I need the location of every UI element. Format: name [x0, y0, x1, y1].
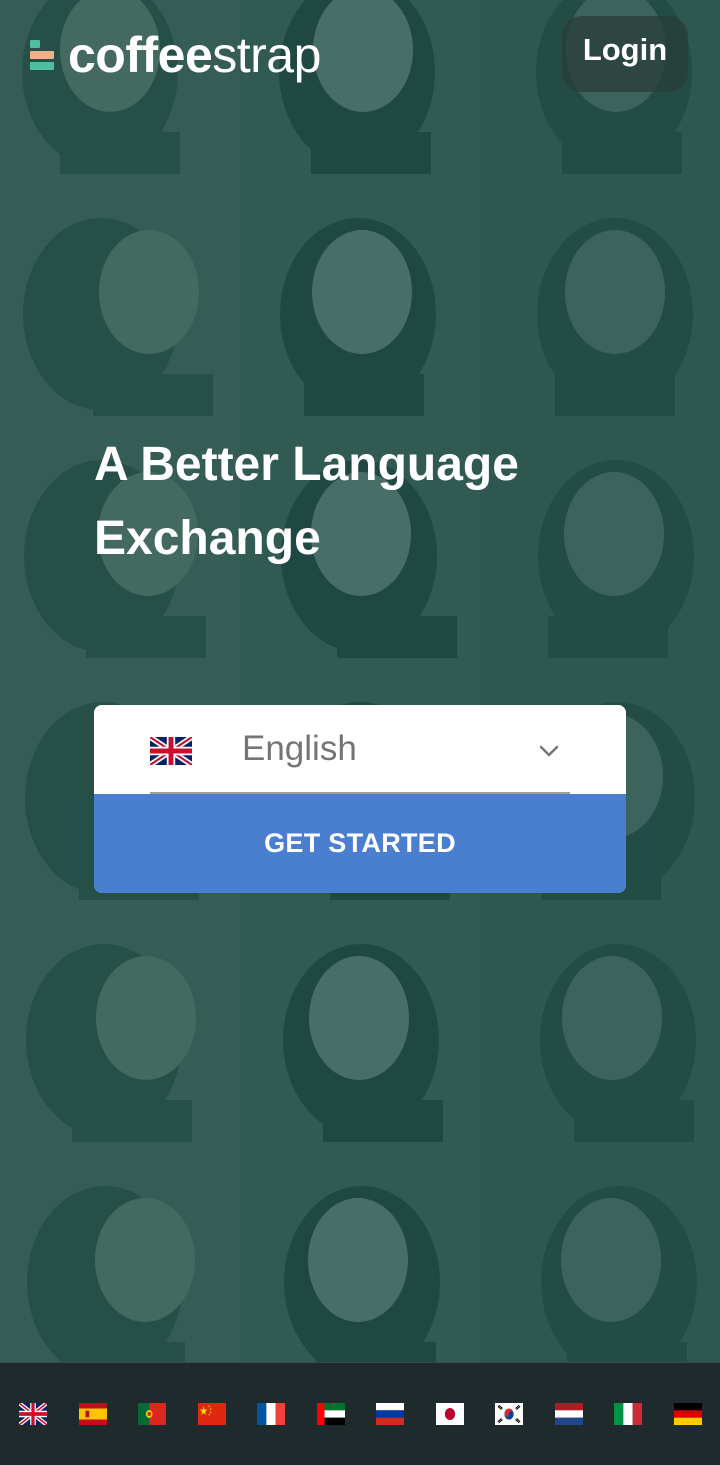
uk-flag-icon — [150, 737, 192, 765]
spain-flag-icon[interactable] — [79, 1403, 107, 1425]
language-select[interactable]: English — [94, 705, 626, 794]
uk-flag-icon[interactable] — [19, 1403, 47, 1425]
selected-language: English — [242, 729, 357, 768]
logo-mark-icon — [30, 38, 54, 72]
uae-flag-icon[interactable] — [317, 1403, 345, 1425]
china-flag-icon[interactable] — [198, 1403, 226, 1425]
italy-flag-icon[interactable] — [614, 1403, 642, 1425]
chevron-down-icon — [539, 745, 559, 757]
language-flag-bar — [0, 1362, 720, 1465]
signup-card: English GET STARTED — [94, 705, 626, 893]
south-korea-flag-icon[interactable] — [495, 1403, 523, 1425]
germany-flag-icon[interactable] — [674, 1403, 702, 1425]
japan-flag-icon[interactable] — [436, 1403, 464, 1425]
logo-wordmark-light: strap — [212, 27, 321, 83]
portugal-flag-icon[interactable] — [138, 1403, 166, 1425]
login-button[interactable]: Login — [562, 16, 688, 92]
logo-wordmark-bold: coffee — [68, 27, 213, 83]
netherlands-flag-icon[interactable] — [555, 1403, 583, 1425]
hero-background: coffeestrap Login A Better Language Exch… — [0, 0, 720, 1362]
green-overlay — [0, 0, 720, 1362]
logo-wordmark: coffeestrap — [68, 30, 321, 80]
france-flag-icon[interactable] — [257, 1403, 285, 1425]
hero-headline: A Better Language Exchange — [94, 438, 519, 565]
russia-flag-icon[interactable] — [376, 1403, 404, 1425]
get-started-button[interactable]: GET STARTED — [94, 794, 626, 893]
coffeestrap-logo[interactable]: coffeestrap — [30, 30, 321, 80]
